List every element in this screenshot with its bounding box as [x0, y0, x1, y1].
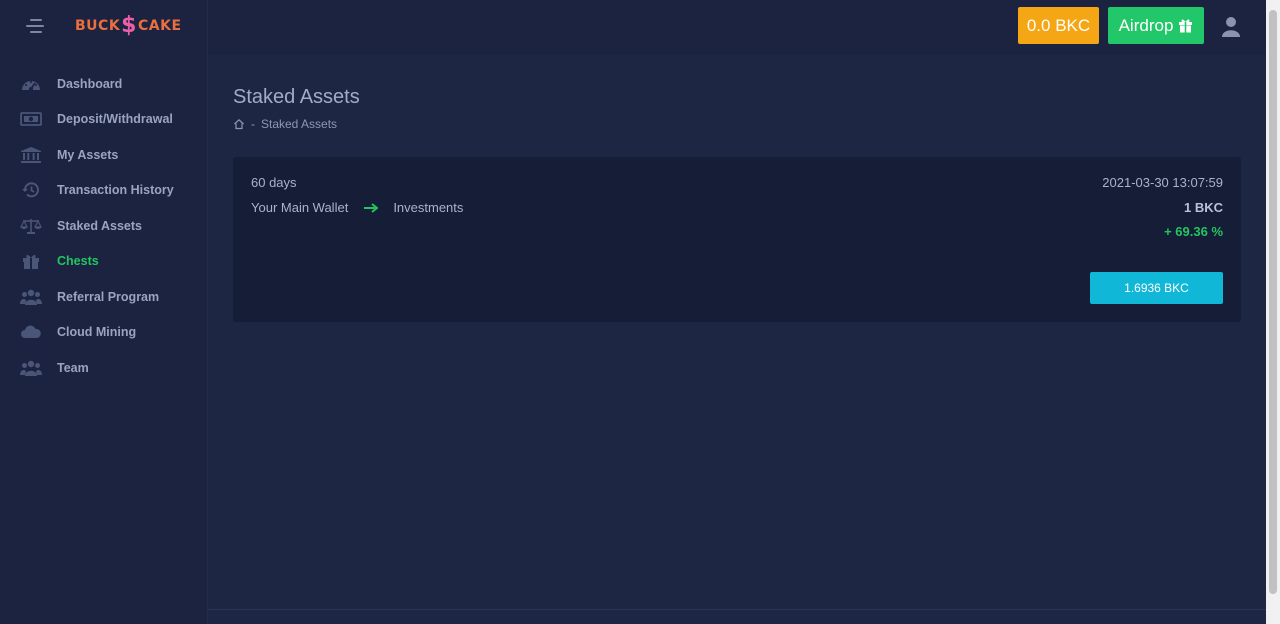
- balance-scale-icon: [20, 217, 42, 235]
- user-avatar-icon[interactable]: [1221, 16, 1241, 38]
- logo-left: BUCK: [75, 18, 121, 34]
- sidebar: BUCK $ CAKE Dashboard Deposit/Withdrawal…: [0, 0, 208, 624]
- stake-date: 2021-03-30 13:07:59: [1102, 175, 1223, 190]
- sidebar-item-label: Cloud Mining: [57, 325, 137, 340]
- dashboard-gauge-icon: [20, 75, 42, 93]
- history-icon: [20, 181, 42, 199]
- sidebar-item-label: Team: [57, 360, 89, 375]
- sidebar-item-my-assets[interactable]: My Assets: [0, 137, 207, 173]
- menu-toggle-icon[interactable]: [26, 18, 44, 34]
- stake-amount: 1 BKC: [1183, 200, 1223, 215]
- logo-symbol: $: [121, 13, 137, 38]
- brand-bar: BUCK $ CAKE: [0, 0, 207, 52]
- arrow-right-icon: [364, 202, 379, 213]
- stake-percent: + 69.36 %: [1164, 224, 1223, 239]
- sidebar-item-cloud-mining[interactable]: Cloud Mining: [0, 315, 207, 351]
- sidebar-item-label: Referral Program: [57, 289, 160, 304]
- scrollbar-thumb[interactable]: [1269, 10, 1277, 594]
- sidebar-item-team[interactable]: Team: [0, 350, 207, 386]
- logo-right: CAKE: [137, 18, 182, 34]
- footer-divider: [208, 609, 1266, 610]
- breadcrumb-current: Staked Assets: [261, 117, 338, 131]
- stake-to: Investments: [393, 200, 464, 215]
- sidebar-item-staked-assets[interactable]: Staked Assets: [0, 208, 207, 244]
- bank-building-icon: [20, 146, 42, 164]
- sidebar-item-transaction-history[interactable]: Transaction History: [0, 173, 207, 209]
- sidebar-nav: Dashboard Deposit/Withdrawal My Assets T…: [0, 66, 207, 386]
- breadcrumb: - Staked Assets: [233, 117, 337, 131]
- payout-button[interactable]: 1.6936 BKC: [1090, 272, 1223, 304]
- sidebar-item-referral-program[interactable]: Referral Program: [0, 279, 207, 315]
- airdrop-button[interactable]: Airdrop: [1108, 7, 1204, 44]
- sidebar-item-label: Staked Assets: [57, 218, 142, 233]
- airdrop-label: Airdrop: [1118, 15, 1174, 35]
- page-title: Staked Assets: [233, 86, 360, 108]
- sidebar-item-label: My Assets: [57, 147, 119, 162]
- stake-from: Your Main Wallet: [251, 200, 349, 215]
- users-icon: [20, 288, 42, 306]
- top-bar: 0.0 BKC Airdrop: [208, 0, 1266, 54]
- sidebar-item-label: Chests: [57, 254, 99, 269]
- page-scrollbar[interactable]: [1266, 0, 1280, 624]
- stake-flow: Your Main Wallet Investments: [251, 200, 463, 215]
- team-icon: [20, 359, 42, 377]
- gift-icon: [20, 252, 42, 270]
- money-bill-icon: [20, 110, 42, 128]
- staked-asset-card: 60 days Your Main Wallet Investments 202…: [233, 157, 1241, 322]
- sidebar-item-label: Dashboard: [57, 76, 123, 91]
- main-content: Staked Assets - Staked Assets 60 days Yo…: [208, 54, 1266, 624]
- sidebar-item-chests[interactable]: Chests: [0, 244, 207, 280]
- breadcrumb-separator: -: [251, 117, 255, 131]
- stake-duration: 60 days: [251, 175, 297, 190]
- sidebar-item-label: Transaction History: [57, 183, 174, 198]
- sidebar-item-label: Deposit/Withdrawal: [57, 112, 173, 127]
- sidebar-item-dashboard[interactable]: Dashboard: [0, 66, 207, 102]
- cloud-icon: [20, 323, 42, 341]
- gift-icon: [1178, 18, 1193, 33]
- sidebar-item-deposit-withdrawal[interactable]: Deposit/Withdrawal: [0, 102, 207, 138]
- home-icon[interactable]: [233, 118, 245, 130]
- balance-button[interactable]: 0.0 BKC: [1018, 7, 1099, 44]
- logo[interactable]: BUCK $ CAKE: [75, 15, 182, 37]
